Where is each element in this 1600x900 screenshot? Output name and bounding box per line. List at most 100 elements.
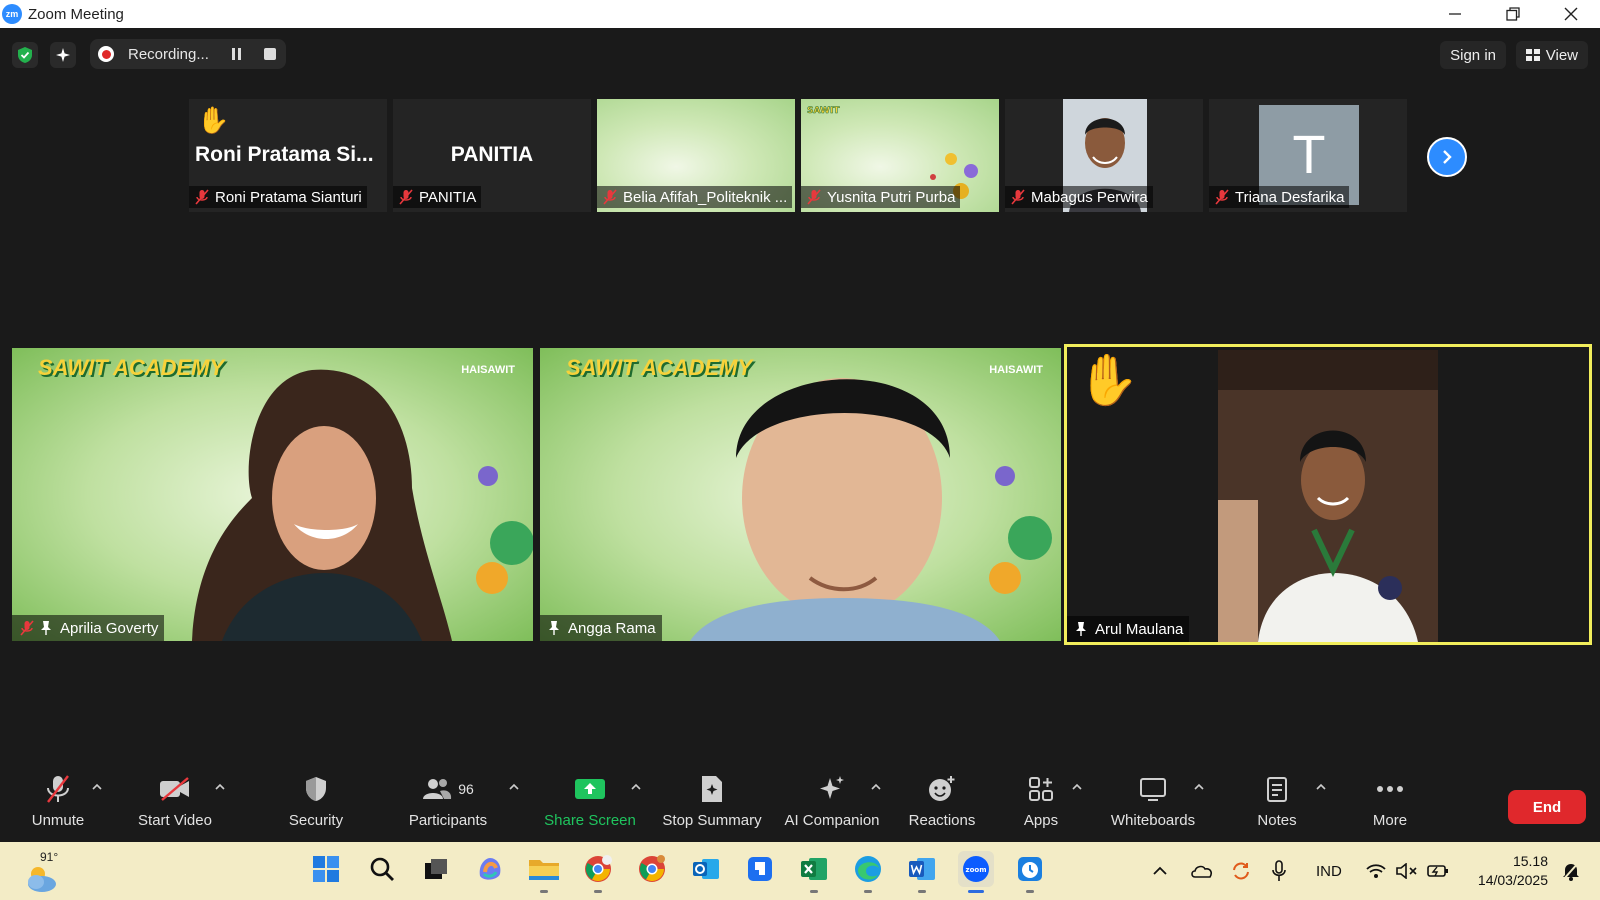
record-dot-icon: [98, 46, 114, 62]
chevron-up-icon: [1153, 866, 1167, 875]
unmute-label: Unmute: [31, 812, 85, 829]
taskbar-app-chrome[interactable]: [580, 851, 616, 893]
minimize-icon: [1449, 13, 1461, 15]
ai-companion-button[interactable]: AI Companion: [782, 770, 882, 842]
taskbar-app-excel[interactable]: [796, 851, 832, 893]
system-clock[interactable]: 15.18 14/03/2025: [1478, 852, 1548, 890]
start-video-label: Start Video: [138, 812, 212, 829]
taskbar-app-copilot[interactable]: [472, 851, 508, 887]
restore-button[interactable]: [1484, 0, 1542, 28]
wifi-status[interactable]: [1366, 842, 1386, 900]
raised-hand-icon: ✋: [197, 105, 230, 135]
reactions-button[interactable]: Reactions: [904, 770, 980, 842]
video-tile-active-speaker[interactable]: ✋ Arul Maulana: [1064, 344, 1592, 645]
ai-companion-top-button[interactable]: [50, 42, 76, 68]
taskbar-search-button[interactable]: [364, 851, 400, 887]
stop-recording-button[interactable]: [264, 48, 276, 60]
restore-icon: [1506, 7, 1520, 21]
taskbar-app-edge[interactable]: [850, 851, 886, 893]
participant-tile[interactable]: ✋ Roni Pratama Si... Roni Pratama Siantu…: [189, 99, 387, 212]
view-button[interactable]: View: [1515, 41, 1588, 69]
audio-options-chevron-up-icon[interactable]: [91, 780, 103, 792]
participant-name-label: Angga Rama: [540, 615, 662, 641]
whiteboards-chevron-up-icon[interactable]: [1193, 780, 1205, 792]
participants-button[interactable]: 96 Participants: [404, 770, 492, 842]
more-button[interactable]: More: [1360, 770, 1420, 842]
active-indicator: [968, 890, 984, 893]
taskbar-app-outlook[interactable]: [688, 851, 724, 887]
mic-muted-icon: [1215, 189, 1229, 205]
taskbar-app-chrome-profile[interactable]: [634, 851, 670, 887]
apps-button[interactable]: Apps: [1010, 770, 1072, 842]
start-button[interactable]: [308, 851, 344, 887]
mic-muted-icon: [195, 189, 209, 205]
participant-video: [690, 378, 1052, 641]
participant-name-label: Triana Desfarika: [1209, 186, 1350, 208]
filmstrip-next-button[interactable]: [1427, 137, 1467, 177]
notifications-button[interactable]: [1562, 861, 1580, 886]
participant-tile[interactable]: PANITIA PANITIA: [393, 99, 591, 212]
video-tile[interactable]: SAWIT ACADEMY HAISAWIT Angga Rama: [540, 348, 1061, 641]
whiteboards-button[interactable]: Whiteboards: [1104, 770, 1202, 842]
participant-video: [1218, 350, 1438, 642]
svg-text:SAWIT: SAWIT: [807, 106, 840, 116]
microphone-status[interactable]: [1272, 842, 1286, 900]
ai-companion-chevron-up-icon[interactable]: [870, 780, 882, 792]
task-view-button[interactable]: [418, 851, 454, 887]
close-button[interactable]: [1542, 0, 1600, 28]
taskbar-app-clock[interactable]: [1012, 851, 1048, 893]
running-indicator: [540, 890, 548, 893]
start-video-button[interactable]: Start Video: [130, 770, 220, 842]
notes-chevron-up-icon[interactable]: [1315, 780, 1327, 792]
minimize-button[interactable]: [1426, 0, 1484, 28]
language-indicator[interactable]: IND: [1316, 842, 1342, 900]
video-tile[interactable]: SAWIT ACADEMY HAISAWIT Aprilia Goverty: [12, 348, 533, 641]
video-options-chevron-up-icon[interactable]: [214, 780, 226, 792]
edge-icon: [855, 856, 881, 882]
task-view-icon: [425, 859, 447, 879]
end-meeting-button[interactable]: End: [1508, 790, 1586, 824]
pause-recording-button[interactable]: [232, 48, 244, 60]
stop-summary-button[interactable]: Stop Summary: [658, 770, 766, 842]
participant-tile[interactable]: SAWIT Yusnita Putri Purba: [801, 99, 999, 212]
participants-icon: [423, 779, 452, 799]
participant-name: PANITIA: [419, 188, 477, 206]
excel-icon: [801, 858, 827, 880]
clock-app-icon: [1018, 857, 1042, 881]
clock-time: 15.18: [1512, 853, 1548, 869]
unmute-button[interactable]: Unmute: [22, 770, 94, 842]
shield-icon: [306, 777, 326, 801]
taskbar-app-word[interactable]: [904, 851, 940, 893]
encryption-button[interactable]: [12, 42, 38, 68]
taskbar-app-zoom[interactable]: zoom: [958, 851, 994, 893]
sync-button[interactable]: [1230, 842, 1252, 900]
notes-button[interactable]: Notes: [1246, 770, 1308, 842]
volume-muted-icon: [1396, 863, 1417, 879]
participants-chevron-up-icon[interactable]: [508, 780, 520, 792]
taskbar-app-file-explorer[interactable]: [526, 851, 562, 893]
battery-status[interactable]: [1426, 842, 1450, 900]
reactions-label: Reactions: [908, 812, 976, 829]
svg-text:zoom: zoom: [966, 866, 987, 874]
participant-name-label: PANITIA: [393, 186, 482, 208]
share-screen-label: Share Screen: [544, 812, 636, 829]
sign-in-button[interactable]: Sign in: [1440, 41, 1506, 69]
sparkle-icon: [56, 48, 70, 62]
copilot-icon: [479, 858, 501, 880]
show-hidden-icons-button[interactable]: [1152, 842, 1168, 900]
share-screen-button[interactable]: Share Screen: [540, 770, 640, 842]
security-button[interactable]: Security: [280, 770, 352, 842]
onedrive-button[interactable]: [1190, 842, 1214, 900]
share-options-chevron-up-icon[interactable]: [630, 780, 642, 792]
folder-icon: [529, 860, 559, 880]
apps-chevron-up-icon[interactable]: [1071, 780, 1083, 792]
participant-tile[interactable]: Belia Afifah_Politeknik ...: [597, 99, 795, 212]
volume-status[interactable]: [1396, 842, 1418, 900]
apps-label: Apps: [1023, 812, 1059, 829]
participant-tile[interactable]: T Triana Desfarika: [1209, 99, 1407, 212]
more-dots-icon: [1377, 786, 1403, 792]
participant-tile[interactable]: Mabagus Perwira: [1005, 99, 1203, 212]
whiteboards-label: Whiteboards: [1110, 812, 1196, 829]
cloud-weather-icon: [28, 867, 56, 892]
taskbar-app-planner[interactable]: [742, 851, 778, 887]
